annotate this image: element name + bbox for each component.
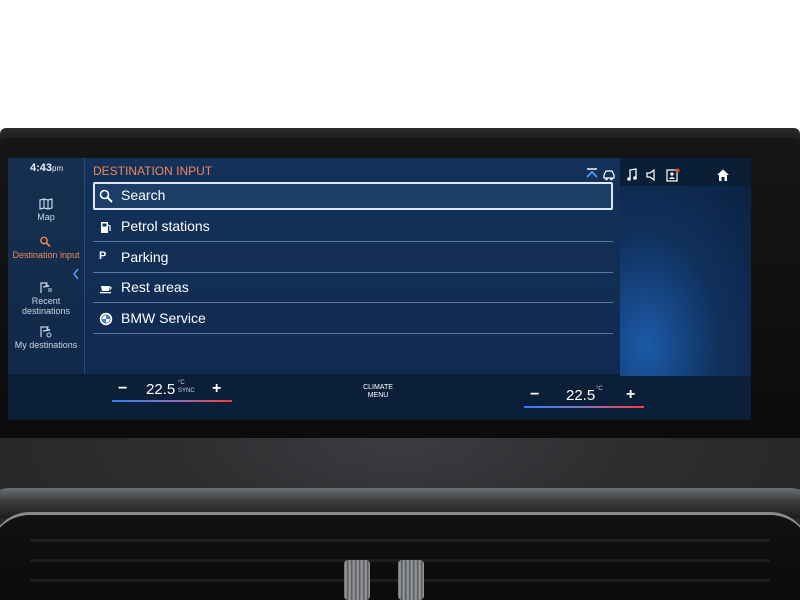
sidebar-item-label: My destinations bbox=[14, 340, 78, 350]
status-bar bbox=[584, 166, 734, 186]
list-item-label: BMW Service bbox=[121, 310, 206, 326]
search-icon bbox=[99, 189, 113, 203]
destination-input-panel: DESTINATION INPUT Search Petrol stations… bbox=[84, 158, 620, 374]
notification-icon[interactable] bbox=[666, 168, 680, 187]
chevron-left-icon bbox=[73, 268, 79, 280]
sidebar: 4:43pm Map Destination input Recent dest… bbox=[8, 158, 84, 374]
infotainment-screen: 4:43pm Map Destination input Recent dest… bbox=[8, 158, 751, 420]
list-item-search[interactable]: Search bbox=[93, 182, 613, 210]
bmw-logo-icon bbox=[99, 312, 113, 326]
my-destinations-icon bbox=[40, 326, 52, 338]
cup-icon bbox=[100, 286, 112, 294]
list-item-label: Search bbox=[121, 187, 166, 203]
parking-icon: P bbox=[99, 250, 107, 262]
climate-menu-label-line1: CLIMATE bbox=[363, 384, 393, 391]
vent-knob-left[interactable] bbox=[344, 560, 370, 600]
climate-menu-label-line2: MENU bbox=[367, 392, 389, 399]
climate-menu-button[interactable]: CLIMATE MENU bbox=[348, 384, 408, 400]
home-icon[interactable] bbox=[716, 168, 730, 187]
list-item-parking[interactable]: P Parking bbox=[93, 244, 613, 273]
list-item-bmw-service[interactable]: BMW Service bbox=[93, 305, 613, 334]
widgets-icon[interactable] bbox=[586, 168, 598, 187]
sidebar-item-label: Recent destinations bbox=[21, 296, 71, 316]
volume-icon[interactable] bbox=[646, 168, 658, 187]
vent-knob-right[interactable] bbox=[398, 560, 424, 600]
driver-temp-unit: °C bbox=[178, 380, 185, 386]
list-item-rest-areas[interactable]: Rest areas bbox=[93, 274, 613, 303]
map-icon bbox=[39, 198, 53, 210]
sidebar-item-my-destinations[interactable]: My destinations bbox=[8, 326, 84, 350]
sidebar-item-label: Map bbox=[37, 212, 55, 222]
right-panel bbox=[620, 186, 751, 386]
driver-temp-gradient bbox=[112, 400, 232, 402]
fuel-pump-icon bbox=[101, 222, 111, 233]
passenger-temp-increase-button[interactable]: + bbox=[626, 386, 635, 404]
clock: 4:43pm bbox=[30, 162, 63, 174]
driver-temp-value: 22.5 bbox=[146, 381, 176, 398]
passenger-temp-unit: °C bbox=[596, 386, 603, 392]
sidebar-item-label: Destination input bbox=[12, 250, 80, 260]
clock-ampm: pm bbox=[52, 164, 64, 173]
recent-destinations-icon bbox=[40, 282, 52, 293]
music-icon[interactable] bbox=[626, 168, 638, 187]
climate-bar: − 22.5 °C SYNC + CLIMATE MENU − 22.5 °C … bbox=[8, 376, 751, 420]
sidebar-item-map[interactable]: Map bbox=[8, 198, 84, 222]
passenger-temp-gradient bbox=[524, 406, 644, 408]
list-item-label: Parking bbox=[121, 249, 169, 265]
clock-time: 4:43 bbox=[30, 162, 53, 174]
list-item-label: Petrol stations bbox=[121, 218, 210, 234]
page-title: DESTINATION INPUT bbox=[93, 164, 213, 178]
sidebar-item-recent-destinations[interactable]: Recent destinations bbox=[8, 282, 84, 316]
driver-temp-increase-button[interactable]: + bbox=[212, 380, 221, 398]
list-item-petrol-stations[interactable]: Petrol stations bbox=[93, 213, 613, 242]
driver-temp-decrease-button[interactable]: − bbox=[118, 380, 127, 398]
list-item-label: Rest areas bbox=[121, 279, 189, 295]
passenger-temp-value: 22.5 bbox=[566, 387, 596, 404]
sync-indicator[interactable]: SYNC bbox=[178, 388, 195, 394]
car-icon[interactable] bbox=[602, 168, 616, 187]
passenger-temp-decrease-button[interactable]: − bbox=[530, 386, 539, 404]
sidebar-item-destination-input[interactable]: Destination input bbox=[8, 236, 84, 260]
search-icon bbox=[40, 236, 51, 248]
